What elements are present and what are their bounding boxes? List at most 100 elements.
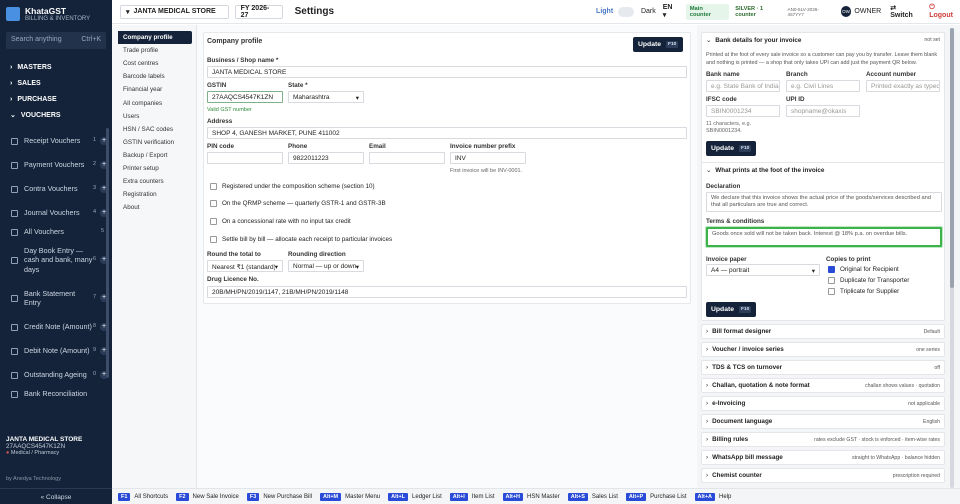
- bank-name-input[interactable]: e.g. State Bank of India: [706, 80, 780, 92]
- section-1[interactable]: › Voucher / invoice series one series: [701, 342, 945, 357]
- shortcut-label[interactable]: Master Menu: [345, 494, 380, 500]
- theme-light-label[interactable]: Light: [596, 8, 613, 15]
- declaration-textarea[interactable]: We declare that this invoice shows the a…: [706, 192, 942, 212]
- shortcut-key[interactable]: Alt+I: [449, 492, 468, 501]
- collapse-button[interactable]: « Collapse: [0, 488, 112, 501]
- menu-item-1[interactable]: Trade profile: [112, 44, 196, 57]
- sidebar-group-vouchers[interactable]: ⌄ VOUCHERS: [0, 107, 112, 123]
- phone-input[interactable]: 9822011223: [288, 152, 364, 164]
- sidebar-item-8[interactable]: Debit Note (Amount) 9 +: [0, 341, 112, 361]
- sidebar-scrollbar[interactable]: [106, 128, 109, 378]
- shortcut-label[interactable]: Ledger List: [412, 494, 442, 500]
- account-input[interactable]: Printed exactly as typed: [866, 80, 940, 92]
- gstin-input[interactable]: 27AAQCS4547K1ZN: [207, 91, 283, 103]
- fy-select[interactable]: FY 2026-27: [234, 4, 283, 19]
- language-select[interactable]: EN ▾: [663, 4, 678, 19]
- shortcut-label[interactable]: Sales List: [592, 494, 618, 500]
- terms-textarea[interactable]: Goods once sold will not be taken back. …: [706, 227, 942, 247]
- sidebar-group-masters[interactable]: › MASTERS: [0, 59, 112, 75]
- copy-original-checkbox[interactable]: [828, 266, 835, 273]
- shortcut-key[interactable]: Alt+S: [567, 492, 588, 501]
- shortcut-label[interactable]: New Sale Invoice: [193, 494, 239, 500]
- shortcut-label[interactable]: Help: [719, 494, 731, 500]
- sidebar-group-purchase[interactable]: › PURCHASE: [0, 91, 112, 107]
- menu-item-11[interactable]: Extra counters: [112, 175, 196, 188]
- sidebar-item-1[interactable]: Payment Vouchers 2 +: [0, 155, 112, 175]
- qrmp-checkbox[interactable]: [210, 200, 217, 207]
- menu-item-3[interactable]: Barcode labels: [112, 70, 196, 83]
- shortcut-key[interactable]: Alt+M: [320, 492, 342, 501]
- section-3[interactable]: › Challan, quotation & note format challan…: [701, 378, 945, 393]
- sidebar-item-5[interactable]: Day Book Entry — cash and bank, many day…: [0, 241, 112, 279]
- sidebar-item-0[interactable]: Receipt Vouchers 1 +: [0, 131, 112, 151]
- upi-input[interactable]: shopname@okaxis: [786, 105, 860, 117]
- shortcut-label[interactable]: HSN Master: [527, 494, 560, 500]
- copy-triplicate-checkbox[interactable]: [828, 288, 835, 295]
- foot-update-button[interactable]: Update F10: [706, 302, 757, 317]
- menu-item-12[interactable]: Registration: [112, 188, 196, 201]
- menu-item-0[interactable]: Company profile: [118, 31, 192, 45]
- rounding-direction-select[interactable]: Normal — up or down ▾: [288, 260, 364, 272]
- shortcut-key[interactable]: Alt+L: [388, 492, 409, 501]
- shortcut-label[interactable]: All Shortcuts: [134, 494, 168, 500]
- section-2[interactable]: › TDS & TCS on turnover off: [701, 360, 945, 375]
- email-input[interactable]: [369, 152, 445, 164]
- branch-input[interactable]: e.g. Civil Lines: [786, 80, 860, 92]
- shortcut-key[interactable]: F2: [176, 492, 189, 501]
- menu-item-7[interactable]: HSN / SAC codes: [112, 123, 196, 136]
- avatar[interactable]: OW: [840, 6, 852, 17]
- menu-item-13[interactable]: About: [112, 201, 196, 214]
- business-input[interactable]: JANTA MEDICAL STORE: [207, 66, 687, 78]
- menu-item-10[interactable]: Printer setup: [112, 162, 196, 175]
- menu-item-6[interactable]: Users: [112, 110, 196, 123]
- theme-dark-label[interactable]: Dark: [641, 8, 656, 15]
- shortcut-label[interactable]: Item List: [472, 494, 495, 500]
- address-input[interactable]: SHOP 4, GANESH MARKET, PUNE 411002: [207, 127, 687, 139]
- company-select[interactable]: ▾ JANTA MEDICAL STORE: [120, 4, 229, 19]
- sidebar-item-3[interactable]: Journal Vouchers 4 +: [0, 203, 112, 223]
- section-8[interactable]: › Chemist counter prescription required: [701, 468, 945, 483]
- shortcut-key[interactable]: Alt+H: [502, 492, 524, 501]
- prefix-input[interactable]: INV: [450, 152, 526, 164]
- invoice-paper-select[interactable]: A4 — portrait ▾: [706, 264, 820, 276]
- sidebar-item-10[interactable]: Bank Reconciliation: [0, 389, 112, 399]
- shortcut-label[interactable]: Purchase List: [650, 494, 686, 500]
- menu-item-8[interactable]: GSTIN verification: [112, 136, 196, 149]
- shortcut-label[interactable]: New Purchase Bill: [263, 494, 312, 500]
- shortcut-key[interactable]: F1: [118, 492, 131, 501]
- right-scrollbar-thumb[interactable]: [950, 28, 954, 288]
- menu-item-9[interactable]: Backup / Export: [112, 149, 196, 162]
- shortcut-key[interactable]: Alt+A: [694, 492, 716, 501]
- composition-checkbox[interactable]: [210, 183, 217, 190]
- menu-item-2[interactable]: Cost centres: [112, 57, 196, 70]
- menu-item-4[interactable]: Financial year: [112, 83, 196, 96]
- section-6[interactable]: › Billing rules rates exclude GST · stock …: [701, 432, 945, 447]
- sidebar-item-4[interactable]: All Vouchers 5: [0, 227, 112, 237]
- pin-input[interactable]: [207, 152, 283, 164]
- copy-duplicate-checkbox[interactable]: [828, 277, 835, 284]
- concessional-checkbox[interactable]: [210, 218, 217, 225]
- section-7[interactable]: › WhatsApp bill message straight to WhatsA…: [701, 450, 945, 465]
- bank-update-button[interactable]: Update F10: [706, 141, 757, 156]
- section-0[interactable]: › Bill format designer Default: [701, 324, 945, 339]
- switch-button[interactable]: ⇄ Switch: [890, 4, 920, 19]
- section-5[interactable]: › Document language English: [701, 414, 945, 429]
- theme-toggle[interactable]: [618, 6, 634, 17]
- sidebar-group-sales[interactable]: › SALES: [0, 75, 112, 91]
- update-button[interactable]: Update F10: [633, 37, 684, 52]
- shortcut-key[interactable]: Alt+P: [625, 492, 647, 501]
- logout-button[interactable]: ⏻ Logout: [929, 4, 960, 19]
- sidebar-item-7[interactable]: Credit Note (Amount) 8 +: [0, 317, 112, 337]
- drug-licence-input[interactable]: 20B/MH/PN/2019/1147, 21B/MH/PN/2019/1148: [207, 286, 687, 298]
- search-input[interactable]: Search anything Ctrl+K: [6, 32, 106, 49]
- state-select[interactable]: Maharashtra ▾: [288, 91, 364, 103]
- bill-by-bill-checkbox[interactable]: [210, 236, 217, 243]
- section-4[interactable]: › e-Invoicing not applicable: [701, 396, 945, 411]
- sidebar-item-6[interactable]: Bank Statement Entry 7 +: [0, 283, 112, 313]
- ifsc-input[interactable]: SBIN0001234: [706, 105, 780, 117]
- sidebar-item-2[interactable]: Contra Vouchers 3 +: [0, 179, 112, 199]
- menu-item-5[interactable]: All companies: [112, 96, 196, 109]
- shortcut-key[interactable]: F3: [246, 492, 260, 501]
- sidebar-item-9[interactable]: Outstanding Ageing 0 +: [0, 365, 112, 385]
- round-select[interactable]: Nearest ₹1 (standard) ▾: [207, 260, 283, 272]
